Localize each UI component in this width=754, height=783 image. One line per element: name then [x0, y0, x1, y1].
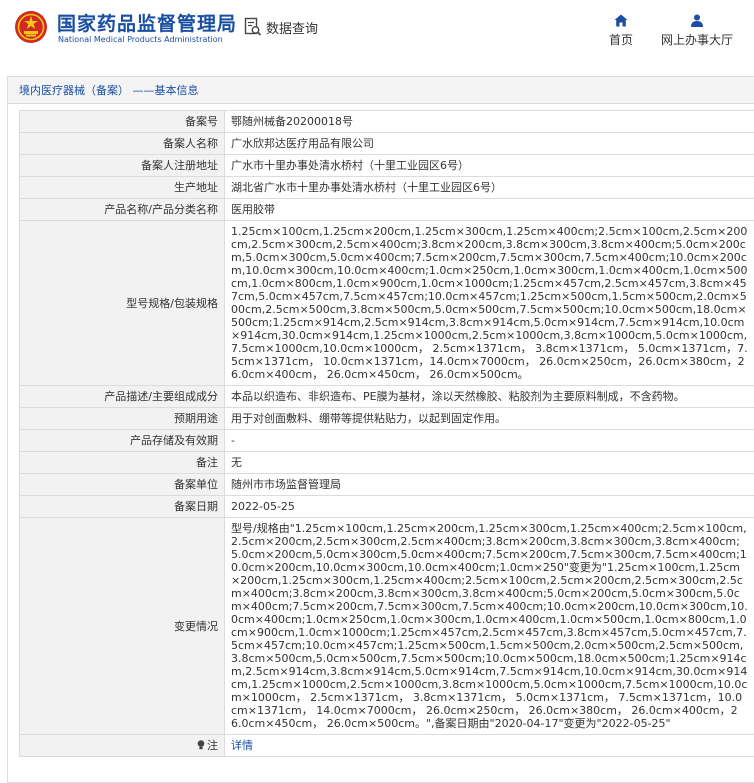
field-value: 1.25cm×100cm,1.25cm×200cm,1.25cm×300cm,1… [224, 220, 754, 386]
lightbulb-icon [197, 740, 205, 750]
field-value: 随州市市场监督管理局 [224, 473, 754, 496]
field-label: 产品名称/产品分类名称 [19, 198, 225, 221]
site-header: 国家药品监督管理局 National Medical Products Admi… [0, 0, 754, 70]
field-label: 产品描述/主要组成成分 [19, 385, 225, 408]
field-label: 产品存储及有效期 [19, 429, 225, 452]
logo-english-title: National Medical Products Administration [58, 35, 223, 44]
field-value: - [224, 429, 754, 452]
nav-online-hall[interactable]: 网上办事大厅 [660, 14, 734, 48]
table-row: 备案号 鄂随州械备20200018号 [19, 110, 754, 133]
user-icon [691, 14, 703, 27]
field-label: 备案单位 [19, 473, 225, 496]
record-panel: 境内医疗器械（备案） ——基本信息 备案号 鄂随州械备20200018号 备案人… [7, 76, 754, 783]
field-value: 2022-05-25 [224, 495, 754, 518]
national-emblem-icon [15, 11, 47, 43]
field-value: 用于对创面敷料、绷带等提供粘贴力，以起到固定作用。 [224, 407, 754, 430]
record-table: 备案号 鄂随州械备20200018号 备案人名称 广水欣邦达医疗用品有限公司 备… [19, 110, 754, 757]
table-row: 注 详情 [19, 734, 754, 757]
table-row: 产品存储及有效期 - [19, 429, 754, 452]
nav-online-hall-label: 网上办事大厅 [660, 33, 733, 47]
field-label: 生产地址 [19, 176, 225, 199]
field-label: 备案号 [19, 110, 225, 133]
field-value: 广水欣邦达医疗用品有限公司 [224, 132, 754, 155]
table-row: 备案日期 2022-05-25 [19, 495, 754, 518]
table-row: 变更情况 型号/规格由"1.25cm×100cm,1.25cm×200cm,1.… [19, 517, 754, 735]
table-row: 备案人名称 广水欣邦达医疗用品有限公司 [19, 132, 754, 155]
field-label: 注 [207, 739, 218, 752]
data-query-label: 数据查询 [266, 21, 319, 37]
field-label: 变更情况 [19, 517, 225, 735]
field-value: 医用胶带 [224, 198, 754, 221]
data-query-link[interactable]: 数据查询 [244, 17, 318, 37]
field-value: 无 [224, 451, 754, 474]
table-row: 预期用途 用于对创面敷料、绷带等提供粘贴力，以起到固定作用。 [19, 407, 754, 430]
nav-home[interactable]: 首页 [607, 14, 635, 48]
document-search-icon [244, 17, 262, 36]
field-label: 备注 [19, 451, 225, 474]
table-row: 产品描述/主要组成成分 本品以织造布、非织造布、PE膜为基材，涂以天然橡胶、粘胶… [19, 385, 754, 408]
field-value: 广水市十里办事处清水桥村（十里工业园区6号） [224, 154, 754, 177]
field-label: 备案人注册地址 [19, 154, 225, 177]
field-value-cell: 详情 [224, 734, 754, 757]
field-label: 预期用途 [19, 407, 225, 430]
home-icon [614, 14, 628, 27]
field-value: 湖北省广水市十里办事处清水桥村（十里工业园区6号） [224, 176, 754, 199]
table-row: 备案人注册地址 广水市十里办事处清水桥村（十里工业园区6号） [19, 154, 754, 177]
logo-chinese-title: 国家药品监督管理局 [57, 13, 238, 35]
table-row: 型号规格/包装规格 1.25cm×100cm,1.25cm×200cm,1.25… [19, 220, 754, 386]
note-label-cell: 注 [19, 734, 225, 757]
table-row: 产品名称/产品分类名称 医用胶带 [19, 198, 754, 221]
table-row: 备案单位 随州市市场监督管理局 [19, 473, 754, 496]
field-label: 备案日期 [19, 495, 225, 518]
detail-link[interactable]: 详情 [231, 739, 253, 752]
table-row: 生产地址 湖北省广水市十里办事处清水桥村（十里工业园区6号） [19, 176, 754, 199]
table-row: 备注 无 [19, 451, 754, 474]
panel-title: 境内医疗器械（备案） ——基本信息 [8, 77, 754, 104]
field-value: 本品以织造布、非织造布、PE膜为基材，涂以天然橡胶、粘胶剂为主要原料制成，不含药… [224, 385, 754, 408]
field-value: 鄂随州械备20200018号 [224, 110, 754, 133]
field-label: 型号规格/包装规格 [19, 220, 225, 386]
nav-home-label: 首页 [608, 33, 633, 47]
field-label: 备案人名称 [19, 132, 225, 155]
field-value: 型号/规格由"1.25cm×100cm,1.25cm×200cm,1.25cm×… [224, 517, 754, 735]
